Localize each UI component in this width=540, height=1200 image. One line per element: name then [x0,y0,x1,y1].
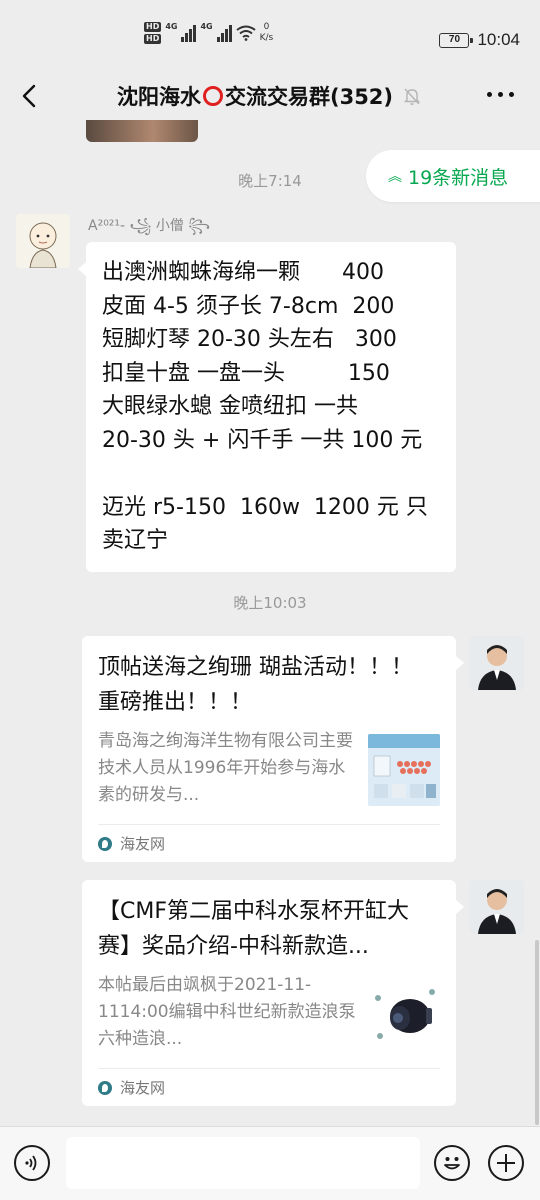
status-icons: HD HD 4G 4G 0 K/s [144,22,273,44]
link-card-source-name: 海友网 [120,1079,166,1097]
voice-icon[interactable] [14,1145,50,1181]
link-card[interactable]: 【CMF第二届中科水泵杯开缸大赛】奖品介绍-中科新款造... 本帖最后由飒枫于2… [82,880,464,1106]
message-input[interactable] [66,1137,420,1189]
avatar[interactable] [470,880,524,934]
link-card-source: 海友网 [98,1068,440,1106]
net-speed: 0 K/s [260,22,274,44]
chat-title: 沈阳海水 交流交易群(352) [117,81,423,111]
time-divider: 晚上10:03 [233,594,307,612]
hd-badge-2: HD [144,34,162,44]
scrollbar[interactable] [535,940,539,1125]
link-card-desc: 本帖最后由飒枫于2021-11-1114:00编辑中科世纪新款造浪泵六种造浪..… [98,975,356,1049]
more-dots-icon[interactable] [487,92,514,97]
chat-title-suffix: 交流交易群(352) [224,85,394,109]
status-right: 70 10:04 [439,30,520,50]
avatar[interactable] [16,214,70,268]
hd-badges: HD HD [144,22,162,44]
plus-icon[interactable] [488,1145,524,1181]
link-card-body: 本帖最后由飒枫于2021-11-1114:00编辑中科世纪新款造浪泵六种造浪..… [98,972,440,1060]
signal-icon [181,24,197,42]
source-logo-icon [98,836,112,851]
message-bubble[interactable]: 出澳洲蜘蛛海绵一颗 400 皮面 4-5 须子长 7-8cm 200 短脚灯琴 … [78,242,456,572]
new-messages-button[interactable]: ︽ 19条新消息 [366,150,540,202]
link-card-desc: 青岛海之绚海洋生物有限公司主要技术人员从1996年开始参与海水素的研发与... [98,731,353,805]
link-card-source: 海友网 [98,824,440,862]
network-type-1: 4G [165,22,178,31]
link-card-thumbnail [368,978,440,1050]
sender-name: A²⁰²¹- ꧁ 小僧 ꧂ [88,218,211,234]
red-circle-emoji [202,86,223,106]
previous-image-message[interactable] [86,120,198,142]
network-type-2: 4G [200,22,213,31]
signal-icon-2 [216,24,232,42]
chat-title-prefix: 沈阳海水 [116,85,201,109]
source-logo-icon [98,1080,112,1095]
chat-header: 沈阳海水 交流交易群(352) [0,72,540,120]
avatar[interactable] [470,636,524,690]
wifi-icon [236,25,256,41]
link-card[interactable]: 顶帖送海之绚珊 瑚盐活动！！！ 重磅推出！！！ 青岛海之绚海洋生物有限公司主要技… [82,636,464,862]
link-card-title: 【CMF第二届中科水泵杯开缸大赛】奖品介绍-中科新款造... [98,899,409,959]
input-bar [0,1126,540,1200]
net-speed-value: 0 [263,22,270,32]
bell-off-icon [403,88,421,105]
link-card-title: 顶帖送海之绚珊 瑚盐活动！！！ 重磅推出！！！ [98,655,413,715]
link-card-source-name: 海友网 [120,835,166,853]
link-card-thumbnail [368,734,440,806]
clock: 10:04 [477,30,520,49]
net-speed-unit: K/s [259,33,274,43]
status-bar: HD HD 4G 4G 0 K/s 70 10:04 [0,0,540,72]
chevron-left-icon[interactable] [14,80,46,112]
battery-icon: 70 [439,32,474,48]
battery-level: 70 [448,33,461,45]
link-card-body: 青岛海之绚海洋生物有限公司主要技术人员从1996年开始参与海水素的研发与... [98,728,440,816]
new-messages-label: 19条新消息 [408,166,509,189]
double-chevron-up-icon: ︽ [388,169,402,185]
hd-badge-1: HD [144,22,162,32]
emoji-icon[interactable] [434,1145,470,1181]
